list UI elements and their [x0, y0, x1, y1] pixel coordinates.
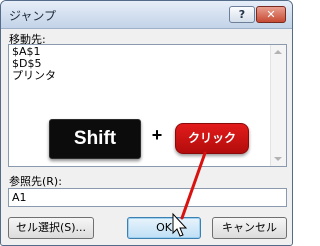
list-item[interactable]: プリンタ: [12, 70, 286, 82]
help-button[interactable]: ?: [229, 6, 255, 23]
dialog-title: ジャンプ: [9, 9, 57, 23]
click-callout: クリック: [175, 123, 249, 154]
title-bar: ジャンプ ? ✕: [1, 1, 292, 29]
scroll-up-icon[interactable]: [274, 50, 282, 54]
list-item[interactable]: $A$1: [12, 46, 286, 58]
goto-dialog: ジャンプ ? ✕ 移動先: $A$1 $D$5 プリンタ Shift + クリッ…: [0, 0, 293, 246]
close-button[interactable]: ✕: [256, 6, 286, 23]
special-button[interactable]: セル選択(S)...: [8, 217, 94, 239]
reference-input[interactable]: A1: [8, 188, 287, 207]
close-icon: ✕: [266, 8, 276, 21]
list-scrollbar[interactable]: [270, 45, 286, 166]
reference-label: 参照先(R):: [9, 175, 62, 188]
shift-key-callout: Shift: [49, 119, 141, 159]
help-icon: ?: [238, 8, 246, 21]
cancel-button[interactable]: キャンセル: [212, 217, 287, 239]
plus-sign: +: [151, 125, 163, 145]
ok-button[interactable]: OK: [127, 217, 201, 239]
scroll-down-icon[interactable]: [274, 157, 282, 161]
